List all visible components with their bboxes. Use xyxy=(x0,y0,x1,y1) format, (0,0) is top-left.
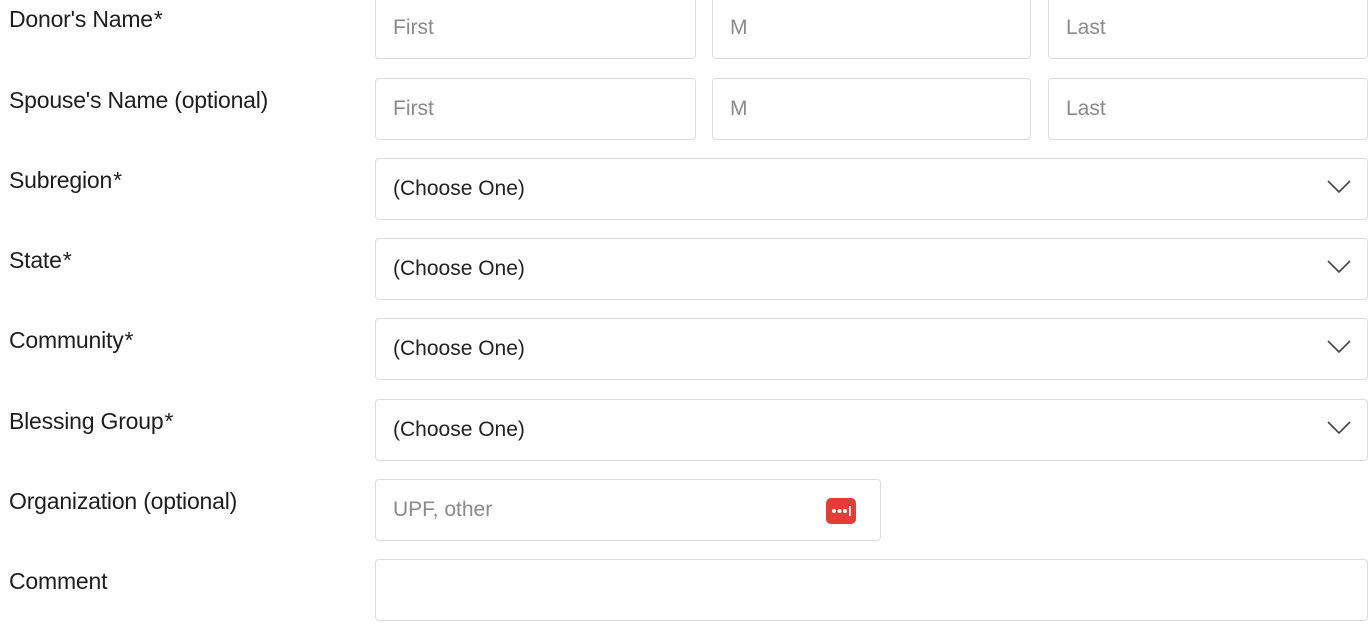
subregion-select[interactable]: (Choose One) xyxy=(375,158,1368,220)
subregion-selected-value: (Choose One) xyxy=(393,177,525,200)
organization-input[interactable] xyxy=(376,480,880,540)
comment-row: Comment xyxy=(0,559,1370,621)
spouse-last-name-field[interactable] xyxy=(1048,78,1368,140)
chevron-down-icon xyxy=(1327,180,1351,194)
blessing-group-select[interactable]: (Choose One) xyxy=(375,399,1368,461)
state-label: State* xyxy=(9,247,72,273)
donor-first-name-field[interactable] xyxy=(375,0,696,59)
required-mark: * xyxy=(62,247,72,273)
required-mark: * xyxy=(113,167,122,193)
donor-middle-initial-field[interactable] xyxy=(712,0,1031,59)
community-row: Community* (Choose One) xyxy=(0,318,1370,380)
subregion-label: Subregion* xyxy=(9,167,122,193)
password-manager-icon[interactable] xyxy=(826,498,856,524)
chevron-down-icon xyxy=(1327,340,1351,354)
blessing-group-selected-value: (Choose One) xyxy=(393,418,525,441)
donor-last-name-input[interactable] xyxy=(1049,0,1367,58)
chevron-down-icon xyxy=(1327,260,1351,274)
donor-middle-initial-input[interactable] xyxy=(713,0,1030,58)
spouse-name-row: Spouse's Name (optional) xyxy=(0,78,1370,140)
donor-first-name-input[interactable] xyxy=(376,0,695,58)
donation-form: Donor's Name* Spouse's Name (optional) S… xyxy=(0,0,1370,624)
community-select[interactable]: (Choose One) xyxy=(375,318,1368,380)
community-selected-value: (Choose One) xyxy=(393,337,525,360)
organization-field[interactable] xyxy=(375,479,881,541)
spouse-middle-initial-input[interactable] xyxy=(713,79,1030,139)
blessing-group-label: Blessing Group* xyxy=(9,408,174,434)
required-mark: * xyxy=(124,327,134,353)
comment-textarea[interactable] xyxy=(376,560,1367,620)
spouse-middle-initial-field[interactable] xyxy=(712,78,1031,140)
spouse-first-name-field[interactable] xyxy=(375,78,696,140)
state-selected-value: (Choose One) xyxy=(393,257,525,280)
donor-name-label: Donor's Name* xyxy=(9,6,163,32)
state-select[interactable]: (Choose One) xyxy=(375,238,1368,300)
state-row: State* (Choose One) xyxy=(0,238,1370,300)
community-label: Community* xyxy=(9,327,134,353)
spouse-first-name-input[interactable] xyxy=(376,79,695,139)
subregion-row: Subregion* (Choose One) xyxy=(0,158,1370,220)
comment-field[interactable] xyxy=(375,559,1368,621)
chevron-down-icon xyxy=(1327,421,1351,435)
organization-row: Organization (optional) xyxy=(0,479,1370,541)
comment-label: Comment xyxy=(9,568,108,594)
blessing-group-row: Blessing Group* (Choose One) xyxy=(0,399,1370,461)
required-mark: * xyxy=(153,6,163,32)
spouse-name-label: Spouse's Name (optional) xyxy=(9,87,269,113)
spouse-last-name-input[interactable] xyxy=(1049,79,1367,139)
organization-label: Organization (optional) xyxy=(9,488,238,514)
donor-name-row: Donor's Name* xyxy=(0,0,1370,59)
donor-last-name-field[interactable] xyxy=(1048,0,1368,59)
required-mark: * xyxy=(164,408,174,434)
